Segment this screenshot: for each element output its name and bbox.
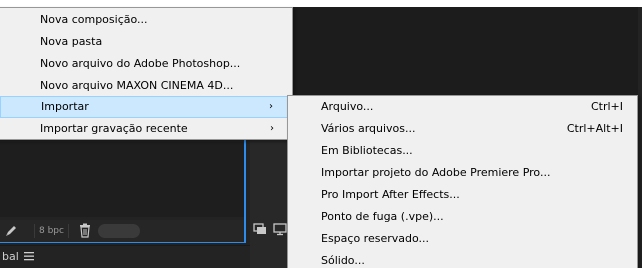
menu-item-import-recent-footage[interactable]: Importar gravação recente ›: [0, 118, 288, 140]
menu-item-label: Pro Import After Effects...: [321, 188, 460, 201]
composition-viewer-area: [293, 7, 638, 95]
side-panel-strip: [250, 140, 288, 268]
menu-item-label: Vários arquivos...: [321, 122, 416, 135]
menu-item-label: Nova composição...: [40, 13, 148, 26]
menu-item-label: Em Bibliotecas...: [321, 144, 413, 157]
menu-item-new-folder[interactable]: Nova pasta: [0, 31, 288, 53]
submenu-arrow-icon: ›: [270, 123, 274, 134]
menu-item-label: Novo arquivo MAXON CINEMA 4D...: [40, 79, 234, 92]
submenu-arrow-icon: ›: [269, 101, 273, 112]
menu-item-label: Novo arquivo do Adobe Photoshop...: [40, 57, 241, 70]
import-submenu: Arquivo... Ctrl+I Vários arquivos... Ctr…: [287, 95, 638, 268]
pen-icon[interactable]: [4, 224, 18, 238]
menu-item-label: Importar projeto do Adobe Premiere Pro..…: [321, 166, 551, 179]
menu-item-shortcut: Ctrl+Alt+I: [566, 122, 623, 135]
menu-item-label: Importar: [41, 100, 89, 113]
menu-item-label: Ponto de fuga (.vpe)...: [321, 210, 444, 223]
menu-item-placeholder[interactable]: Espaço reservado...: [288, 228, 637, 250]
menu-item-solid[interactable]: Sólido...: [288, 250, 637, 268]
menu-item-import-premiere-project[interactable]: Importar projeto do Adobe Premiere Pro..…: [288, 162, 637, 184]
menu-item-new-photoshop-file[interactable]: Novo arquivo do Adobe Photoshop...: [0, 53, 288, 75]
monitor-icon[interactable]: [253, 222, 267, 236]
hamburger-icon[interactable]: [24, 251, 34, 261]
after-effects-window: 8 bpc bal Nova composição... Nova pasta …: [0, 0, 642, 268]
menu-item-pro-import-after-effects[interactable]: Pro Import After Effects...: [288, 184, 637, 206]
menu-item-new-composition[interactable]: Nova composição...: [0, 9, 288, 31]
menu-item-label: Espaço reservado...: [321, 232, 430, 245]
display-icon[interactable]: [273, 222, 287, 236]
menu-item-import-multiple-files[interactable]: Vários arquivos... Ctrl+Alt+I: [288, 118, 637, 140]
bit-depth-button[interactable]: 8 bpc: [34, 224, 69, 238]
window-top-edge: [0, 0, 642, 7]
menu-item-new-cinema4d-file[interactable]: Novo arquivo MAXON CINEMA 4D...: [0, 75, 288, 97]
panel-tab-bar: [0, 245, 250, 268]
menu-item-vanishing-point[interactable]: Ponto de fuga (.vpe)...: [288, 206, 637, 228]
menu-item-shortcut: Ctrl+I: [590, 100, 623, 113]
panel-tab-label[interactable]: bal: [2, 250, 19, 263]
menu-item-label: Sólido...: [321, 254, 365, 267]
menu-item-import[interactable]: Importar ›: [0, 96, 288, 118]
menu-item-label: Arquivo...: [321, 100, 374, 113]
menu-item-label: Importar gravação recente: [40, 122, 188, 135]
menu-item-import-file[interactable]: Arquivo... Ctrl+I: [288, 96, 637, 118]
thumbnail-zoom-slider[interactable]: [98, 224, 140, 238]
trash-icon[interactable]: [78, 223, 92, 238]
new-context-menu: Nova composição... Nova pasta Novo arqui…: [0, 7, 293, 140]
menu-item-import-from-libraries[interactable]: Em Bibliotecas...: [288, 140, 637, 162]
menu-item-label: Nova pasta: [40, 35, 103, 48]
